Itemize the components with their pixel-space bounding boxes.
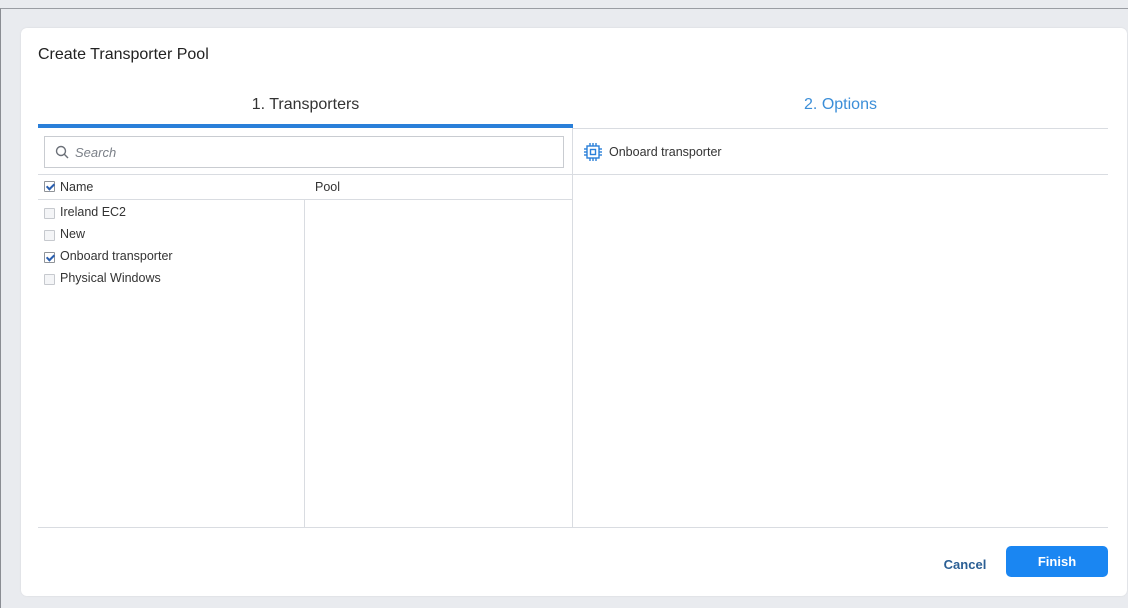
active-tab-indicator: [38, 124, 573, 128]
row-checkbox[interactable]: [44, 208, 55, 219]
column-divider: [304, 200, 305, 528]
cancel-button[interactable]: Cancel: [935, 550, 995, 580]
table-row[interactable]: Physical Windows: [38, 268, 304, 290]
search-icon: [55, 145, 69, 159]
column-header-name[interactable]: Name: [60, 180, 93, 194]
finish-button[interactable]: Finish: [1006, 546, 1108, 577]
tab-transporters[interactable]: 1. Transporters: [38, 96, 573, 114]
chip-icon: [584, 143, 602, 161]
row-name: New: [60, 227, 86, 241]
table-header: Name Pool: [38, 174, 573, 200]
row-name: Onboard transporter: [60, 249, 173, 263]
column-header-pool[interactable]: Pool: [315, 180, 340, 194]
row-name: Physical Windows: [60, 271, 161, 285]
table-row[interactable]: New: [38, 224, 304, 246]
table-row[interactable]: Onboard transporter: [38, 246, 304, 268]
panel-divider: [572, 128, 573, 528]
row-name: Ireland EC2: [60, 205, 127, 219]
dialog-title: Create Transporter Pool: [38, 46, 209, 63]
search-input[interactable]: Search: [44, 136, 564, 168]
tab-divider: [573, 128, 1108, 129]
table-header-border: [38, 199, 573, 200]
search-placeholder: Search: [75, 144, 117, 160]
options-item-onboard-transporter[interactable]: Onboard transporter: [583, 142, 722, 162]
row-checkbox[interactable]: [44, 230, 55, 241]
table-top-border: [38, 174, 573, 175]
create-transporter-pool-dialog: Create Transporter Pool 1. Transporters …: [21, 28, 1127, 596]
options-item-label: Onboard transporter: [609, 145, 722, 159]
footer-divider: [38, 527, 1108, 528]
tab-options[interactable]: 2. Options: [573, 96, 1108, 114]
options-item-border: [573, 174, 1108, 175]
transporters-table: Name Pool Ireland EC2 New Onboard transp…: [38, 174, 573, 528]
table-row[interactable]: Ireland EC2: [38, 202, 304, 224]
row-checkbox[interactable]: [44, 274, 55, 285]
select-all-checkbox[interactable]: [44, 181, 55, 192]
row-checkbox[interactable]: [44, 252, 55, 263]
